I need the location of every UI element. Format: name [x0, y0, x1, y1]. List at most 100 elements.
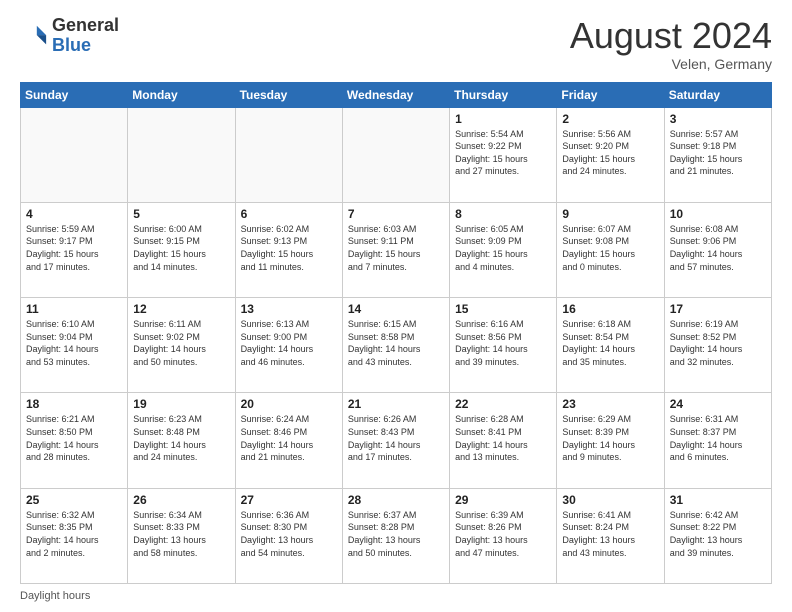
day-number: 12	[133, 302, 229, 316]
day-number: 29	[455, 493, 551, 507]
calendar-cell: 5 Sunrise: 6:00 AM Sunset: 9:15 PM Daylig…	[128, 202, 235, 297]
calendar-cell: 26Sunrise: 6:34 AM Sunset: 8:33 PM Dayli…	[128, 488, 235, 583]
day-number: 19	[133, 397, 229, 411]
day-number: 2	[562, 112, 658, 126]
day-number: 7	[348, 207, 444, 221]
calendar-week-4: 18 Sunrise: 6:21 AM Sunset: 8:50 PM Dayli…	[21, 393, 772, 488]
calendar-cell	[342, 107, 449, 202]
day-info: Sunrise: 6:31 AM Sunset: 8:37 PM Dayligh…	[670, 413, 766, 463]
day-number: 13	[241, 302, 337, 316]
day-info: Sunrise: 6:29 AM Sunset: 8:39 PM Dayligh…	[562, 413, 658, 463]
day-number: 27	[241, 493, 337, 507]
calendar-cell: 30 Sunrise: 6:41 AM Sunset: 8:24 PM Dayli…	[557, 488, 664, 583]
day-number: 31	[670, 493, 766, 507]
days-header-row: Sunday Monday Tuesday Wednesday Thursday…	[21, 82, 772, 107]
day-number: 3	[670, 112, 766, 126]
month-title: August 2024	[570, 16, 772, 56]
calendar-cell: 13Sunrise: 6:13 AM Sunset: 9:00 PM Dayli…	[235, 298, 342, 393]
calendar-cell: 21Sunrise: 6:26 AM Sunset: 8:43 PM Dayli…	[342, 393, 449, 488]
calendar-cell: 9Sunrise: 6:07 AM Sunset: 9:08 PM Daylig…	[557, 202, 664, 297]
day-info: Sunrise: 6:02 AM Sunset: 9:13 PM Dayligh…	[241, 223, 337, 273]
header-saturday: Saturday	[664, 82, 771, 107]
day-info: Sunrise: 5:59 AM Sunset: 9:17 PM Dayligh…	[26, 223, 122, 273]
day-number: 1	[455, 112, 551, 126]
calendar-cell: 11Sunrise: 6:10 AM Sunset: 9:04 PM Dayli…	[21, 298, 128, 393]
calendar-cell	[235, 107, 342, 202]
calendar-cell: 23Sunrise: 6:29 AM Sunset: 8:39 PM Dayli…	[557, 393, 664, 488]
day-number: 15	[455, 302, 551, 316]
day-info: Sunrise: 6:15 AM Sunset: 8:58 PM Dayligh…	[348, 318, 444, 368]
day-info: Sunrise: 6:32 AM Sunset: 8:35 PM Dayligh…	[26, 509, 122, 559]
calendar-cell: 1 Sunrise: 5:54 AM Sunset: 9:22 PM Daylig…	[450, 107, 557, 202]
day-info: Sunrise: 6:05 AM Sunset: 9:09 PM Dayligh…	[455, 223, 551, 273]
logo-general-text: General	[52, 15, 119, 35]
day-number: 25	[26, 493, 122, 507]
day-info: Sunrise: 6:24 AM Sunset: 8:46 PM Dayligh…	[241, 413, 337, 463]
calendar-cell: 10 Sunrise: 6:08 AM Sunset: 9:06 PM Dayli…	[664, 202, 771, 297]
calendar-cell: 18 Sunrise: 6:21 AM Sunset: 8:50 PM Dayli…	[21, 393, 128, 488]
logo-icon	[20, 22, 48, 50]
calendar-week-1: 1 Sunrise: 5:54 AM Sunset: 9:22 PM Daylig…	[21, 107, 772, 202]
day-info: Sunrise: 5:54 AM Sunset: 9:22 PM Dayligh…	[455, 128, 551, 178]
calendar-cell: 6Sunrise: 6:02 AM Sunset: 9:13 PM Daylig…	[235, 202, 342, 297]
header-wednesday: Wednesday	[342, 82, 449, 107]
day-number: 5	[133, 207, 229, 221]
location: Velen, Germany	[570, 56, 772, 72]
day-number: 18	[26, 397, 122, 411]
day-info: Sunrise: 5:56 AM Sunset: 9:20 PM Dayligh…	[562, 128, 658, 178]
calendar-cell: 29 Sunrise: 6:39 AM Sunset: 8:26 PM Dayli…	[450, 488, 557, 583]
day-info: Sunrise: 5:57 AM Sunset: 9:18 PM Dayligh…	[670, 128, 766, 178]
calendar-table: Sunday Monday Tuesday Wednesday Thursday…	[20, 82, 772, 584]
day-number: 14	[348, 302, 444, 316]
calendar-cell: 14 Sunrise: 6:15 AM Sunset: 8:58 PM Dayli…	[342, 298, 449, 393]
calendar-cell: 4Sunrise: 5:59 AM Sunset: 9:17 PM Daylig…	[21, 202, 128, 297]
day-number: 17	[670, 302, 766, 316]
page: General Blue August 2024 Velen, Germany …	[0, 0, 792, 612]
calendar-cell: 25 Sunrise: 6:32 AM Sunset: 8:35 PM Dayli…	[21, 488, 128, 583]
calendar-cell: 31Sunrise: 6:42 AM Sunset: 8:22 PM Dayli…	[664, 488, 771, 583]
header-sunday: Sunday	[21, 82, 128, 107]
footer-label: Daylight hours	[20, 590, 90, 602]
calendar-cell: 22Sunrise: 6:28 AM Sunset: 8:41 PM Dayli…	[450, 393, 557, 488]
day-info: Sunrise: 6:39 AM Sunset: 8:26 PM Dayligh…	[455, 509, 551, 559]
day-number: 26	[133, 493, 229, 507]
calendar-cell: 16Sunrise: 6:18 AM Sunset: 8:54 PM Dayli…	[557, 298, 664, 393]
calendar-cell	[128, 107, 235, 202]
header-thursday: Thursday	[450, 82, 557, 107]
day-info: Sunrise: 6:36 AM Sunset: 8:30 PM Dayligh…	[241, 509, 337, 559]
day-info: Sunrise: 6:00 AM Sunset: 9:15 PM Dayligh…	[133, 223, 229, 273]
calendar-week-2: 4Sunrise: 5:59 AM Sunset: 9:17 PM Daylig…	[21, 202, 772, 297]
day-info: Sunrise: 6:21 AM Sunset: 8:50 PM Dayligh…	[26, 413, 122, 463]
calendar-cell: 7Sunrise: 6:03 AM Sunset: 9:11 PM Daylig…	[342, 202, 449, 297]
calendar-cell: 8Sunrise: 6:05 AM Sunset: 9:09 PM Daylig…	[450, 202, 557, 297]
day-number: 10	[670, 207, 766, 221]
day-info: Sunrise: 6:37 AM Sunset: 8:28 PM Dayligh…	[348, 509, 444, 559]
header-tuesday: Tuesday	[235, 82, 342, 107]
day-number: 28	[348, 493, 444, 507]
logo-blue-text: Blue	[52, 35, 91, 55]
logo: General Blue	[20, 16, 119, 56]
day-info: Sunrise: 6:19 AM Sunset: 8:52 PM Dayligh…	[670, 318, 766, 368]
calendar-cell: 15Sunrise: 6:16 AM Sunset: 8:56 PM Dayli…	[450, 298, 557, 393]
day-number: 30	[562, 493, 658, 507]
calendar-cell: 28 Sunrise: 6:37 AM Sunset: 8:28 PM Dayli…	[342, 488, 449, 583]
day-info: Sunrise: 6:07 AM Sunset: 9:08 PM Dayligh…	[562, 223, 658, 273]
day-info: Sunrise: 6:41 AM Sunset: 8:24 PM Dayligh…	[562, 509, 658, 559]
day-info: Sunrise: 6:10 AM Sunset: 9:04 PM Dayligh…	[26, 318, 122, 368]
header-monday: Monday	[128, 82, 235, 107]
calendar-cell	[21, 107, 128, 202]
calendar-cell: 17 Sunrise: 6:19 AM Sunset: 8:52 PM Dayli…	[664, 298, 771, 393]
day-info: Sunrise: 6:18 AM Sunset: 8:54 PM Dayligh…	[562, 318, 658, 368]
day-info: Sunrise: 6:08 AM Sunset: 9:06 PM Dayligh…	[670, 223, 766, 273]
day-info: Sunrise: 6:11 AM Sunset: 9:02 PM Dayligh…	[133, 318, 229, 368]
calendar-cell: 27 Sunrise: 6:36 AM Sunset: 8:30 PM Dayli…	[235, 488, 342, 583]
calendar-week-5: 25 Sunrise: 6:32 AM Sunset: 8:35 PM Dayli…	[21, 488, 772, 583]
calendar-cell: 24Sunrise: 6:31 AM Sunset: 8:37 PM Dayli…	[664, 393, 771, 488]
day-number: 22	[455, 397, 551, 411]
day-number: 20	[241, 397, 337, 411]
calendar-cell: 20 Sunrise: 6:24 AM Sunset: 8:46 PM Dayli…	[235, 393, 342, 488]
day-info: Sunrise: 6:23 AM Sunset: 8:48 PM Dayligh…	[133, 413, 229, 463]
calendar-cell: 19 Sunrise: 6:23 AM Sunset: 8:48 PM Dayli…	[128, 393, 235, 488]
calendar-cell: 12 Sunrise: 6:11 AM Sunset: 9:02 PM Dayli…	[128, 298, 235, 393]
header: General Blue August 2024 Velen, Germany	[20, 16, 772, 72]
